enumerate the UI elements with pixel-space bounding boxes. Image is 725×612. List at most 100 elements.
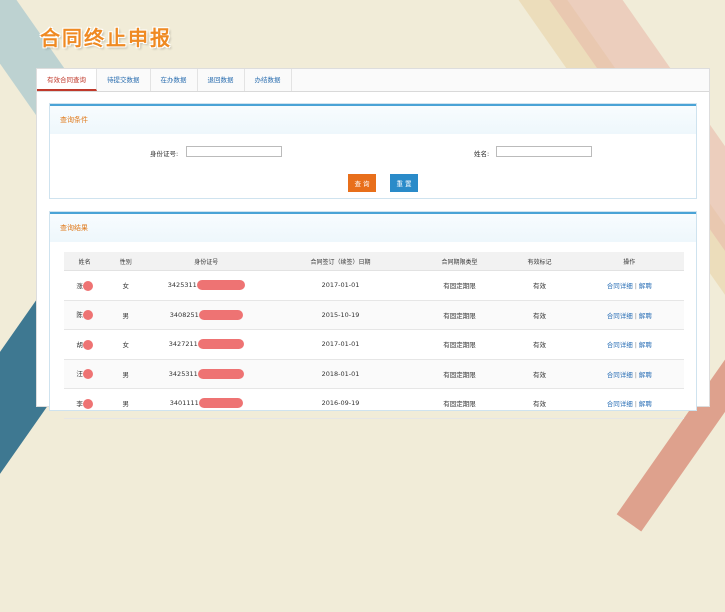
- cell-term-type: 有固定期限: [414, 329, 505, 360]
- cell-valid-flag: 有效: [504, 300, 575, 330]
- cell-term-type: 有固定期限: [414, 300, 505, 330]
- cell-gender: 男: [105, 388, 147, 419]
- terminate-link[interactable]: 解聘: [639, 341, 652, 349]
- cell-term-type: 有固定期限: [414, 359, 505, 389]
- column-header-name: 姓名: [64, 252, 106, 271]
- tab-bar: 有效合同查询 待提交数据 在办数据 退回数据 办结数据: [37, 69, 709, 92]
- id-number-text: 3425311: [167, 281, 197, 290]
- cell-sign-date: 2017-01-01: [266, 329, 415, 360]
- main-panel: 有效合同查询 待提交数据 在办数据 退回数据 办结数据 查询条件 身份证号: 姓…: [36, 68, 710, 419]
- column-header-sign-date: 合同签订（续签）日期: [266, 252, 415, 271]
- cell-term-type: 有固定期限: [414, 388, 505, 419]
- column-header-term-type: 合同期限类型: [414, 252, 505, 271]
- page-title: 合同终止申报: [40, 26, 172, 50]
- redaction-mark: [196, 280, 245, 291]
- column-header-id-number: 身份证号: [146, 252, 267, 271]
- contract-detail-link[interactable]: 合同详细: [607, 282, 633, 290]
- column-header-actions: 操作: [574, 252, 684, 271]
- name-label: 姓名:: [474, 150, 490, 158]
- terminate-link[interactable]: 解聘: [639, 282, 652, 290]
- cell-name: 李: [64, 388, 106, 419]
- cell-actions: 合同详细 | 解聘: [574, 329, 684, 360]
- name-text: 陈: [76, 311, 83, 320]
- cell-gender: 女: [105, 270, 147, 301]
- table-row: 陈 男 3408251 2015-10-19 有固定期限 有效 合同详细 | 解聘: [64, 300, 684, 330]
- column-header-gender: 性别: [105, 252, 147, 271]
- redaction-mark: [197, 368, 244, 379]
- cell-id-number: 3425311: [146, 270, 267, 301]
- name-input[interactable]: [496, 146, 592, 157]
- results-table: 姓名 性别 身份证号 合同签订（续签）日期 合同期限类型 有效标记 操作 涨 女…: [64, 252, 684, 419]
- cell-actions: 合同详细 | 解聘: [574, 270, 684, 301]
- name-text: 涨: [76, 281, 83, 290]
- cell-sign-date: 2017-01-01: [266, 270, 415, 301]
- contract-detail-link[interactable]: 合同详细: [607, 312, 633, 320]
- cell-term-type: 有固定期限: [414, 270, 505, 301]
- redaction-mark: [82, 369, 93, 380]
- cell-name: 胡: [64, 329, 106, 360]
- redaction-mark: [82, 398, 93, 409]
- cell-gender: 男: [105, 359, 147, 389]
- action-separator: |: [634, 370, 637, 379]
- contract-detail-link[interactable]: 合同详细: [607, 371, 633, 379]
- cell-sign-date: 2016-09-19: [266, 388, 415, 419]
- query-results-box: 查询结果 姓名 性别 身份证号 合同签订（续签）日期 合同期限类型 有效标记 操…: [49, 211, 697, 419]
- action-separator: |: [634, 311, 637, 320]
- cell-id-number: 3401111: [146, 388, 267, 419]
- cell-valid-flag: 有效: [504, 388, 575, 419]
- column-header-valid-flag: 有效标记: [504, 252, 575, 271]
- query-conditions-box: 查询条件 身份证号: 姓名: 查 询 重 置: [49, 103, 697, 199]
- tab-returned[interactable]: 退回数据: [198, 69, 245, 91]
- table-row: 汪 男 3425311 2018-01-01 有固定期限 有效 合同详细 | 解聘: [64, 359, 684, 389]
- query-conditions-header: 查询条件: [50, 104, 696, 134]
- reset-button[interactable]: 重 置: [390, 174, 418, 192]
- tab-in-progress[interactable]: 在办数据: [151, 69, 198, 91]
- cell-id-number: 3425311: [146, 359, 267, 389]
- table-row: 涨 女 3425311 2017-01-01 有固定期限 有效 合同详细 | 解聘: [64, 270, 684, 301]
- cell-actions: 合同详细 | 解聘: [574, 300, 684, 330]
- cell-valid-flag: 有效: [504, 270, 575, 301]
- cell-actions: 合同详细 | 解聘: [574, 388, 684, 419]
- table-header-row: 姓名 性别 身份证号 合同签订（续签）日期 合同期限类型 有效标记 操作: [64, 252, 684, 271]
- cell-name: 涨: [64, 270, 106, 301]
- redaction-mark: [82, 339, 93, 350]
- id-number-input[interactable]: [186, 146, 282, 157]
- tab-pending-submit[interactable]: 待提交数据: [97, 69, 151, 91]
- cell-actions: 合同详细 | 解聘: [574, 359, 684, 389]
- id-number-text: 3427211: [168, 340, 198, 349]
- table-row: 李 男 3401111 2016-09-19 有固定期限 有效 合同详细 | 解聘: [64, 388, 684, 419]
- cell-sign-date: 2015-10-19: [266, 300, 415, 330]
- redaction-mark: [82, 280, 93, 291]
- cell-name: 汪: [64, 359, 106, 389]
- action-separator: |: [634, 341, 637, 350]
- redaction-mark: [198, 309, 243, 320]
- cell-valid-flag: 有效: [504, 359, 575, 389]
- redaction-mark: [197, 339, 244, 350]
- id-number-text: 3408251: [169, 310, 199, 319]
- terminate-link[interactable]: 解聘: [639, 312, 652, 320]
- terminate-link[interactable]: 解聘: [639, 371, 652, 379]
- search-button[interactable]: 查 询: [348, 174, 376, 192]
- cell-name: 陈: [64, 300, 106, 330]
- action-separator: |: [634, 282, 637, 291]
- tab-completed[interactable]: 办结数据: [245, 69, 292, 91]
- redaction-mark: [82, 310, 93, 321]
- id-number-text: 3425311: [168, 369, 198, 378]
- query-results-header: 查询结果: [50, 212, 696, 242]
- contract-detail-link[interactable]: 合同详细: [607, 400, 633, 408]
- name-text: 汪: [76, 370, 83, 379]
- name-text: 胡: [76, 340, 83, 349]
- cell-gender: 男: [105, 300, 147, 330]
- action-separator: |: [634, 400, 637, 409]
- id-number-text: 3401111: [169, 399, 199, 408]
- cell-valid-flag: 有效: [504, 329, 575, 360]
- table-row: 胡 女 3427211 2017-01-01 有固定期限 有效 合同详细 | 解聘: [64, 329, 684, 360]
- contract-detail-link[interactable]: 合同详细: [607, 341, 633, 349]
- cell-gender: 女: [105, 329, 147, 360]
- tab-valid-contract-query[interactable]: 有效合同查询: [37, 69, 97, 91]
- cell-id-number: 3408251: [146, 300, 267, 330]
- cell-id-number: 3427211: [146, 329, 267, 360]
- cell-sign-date: 2018-01-01: [266, 359, 415, 389]
- id-number-label: 身份证号:: [150, 150, 179, 158]
- terminate-link[interactable]: 解聘: [639, 400, 652, 408]
